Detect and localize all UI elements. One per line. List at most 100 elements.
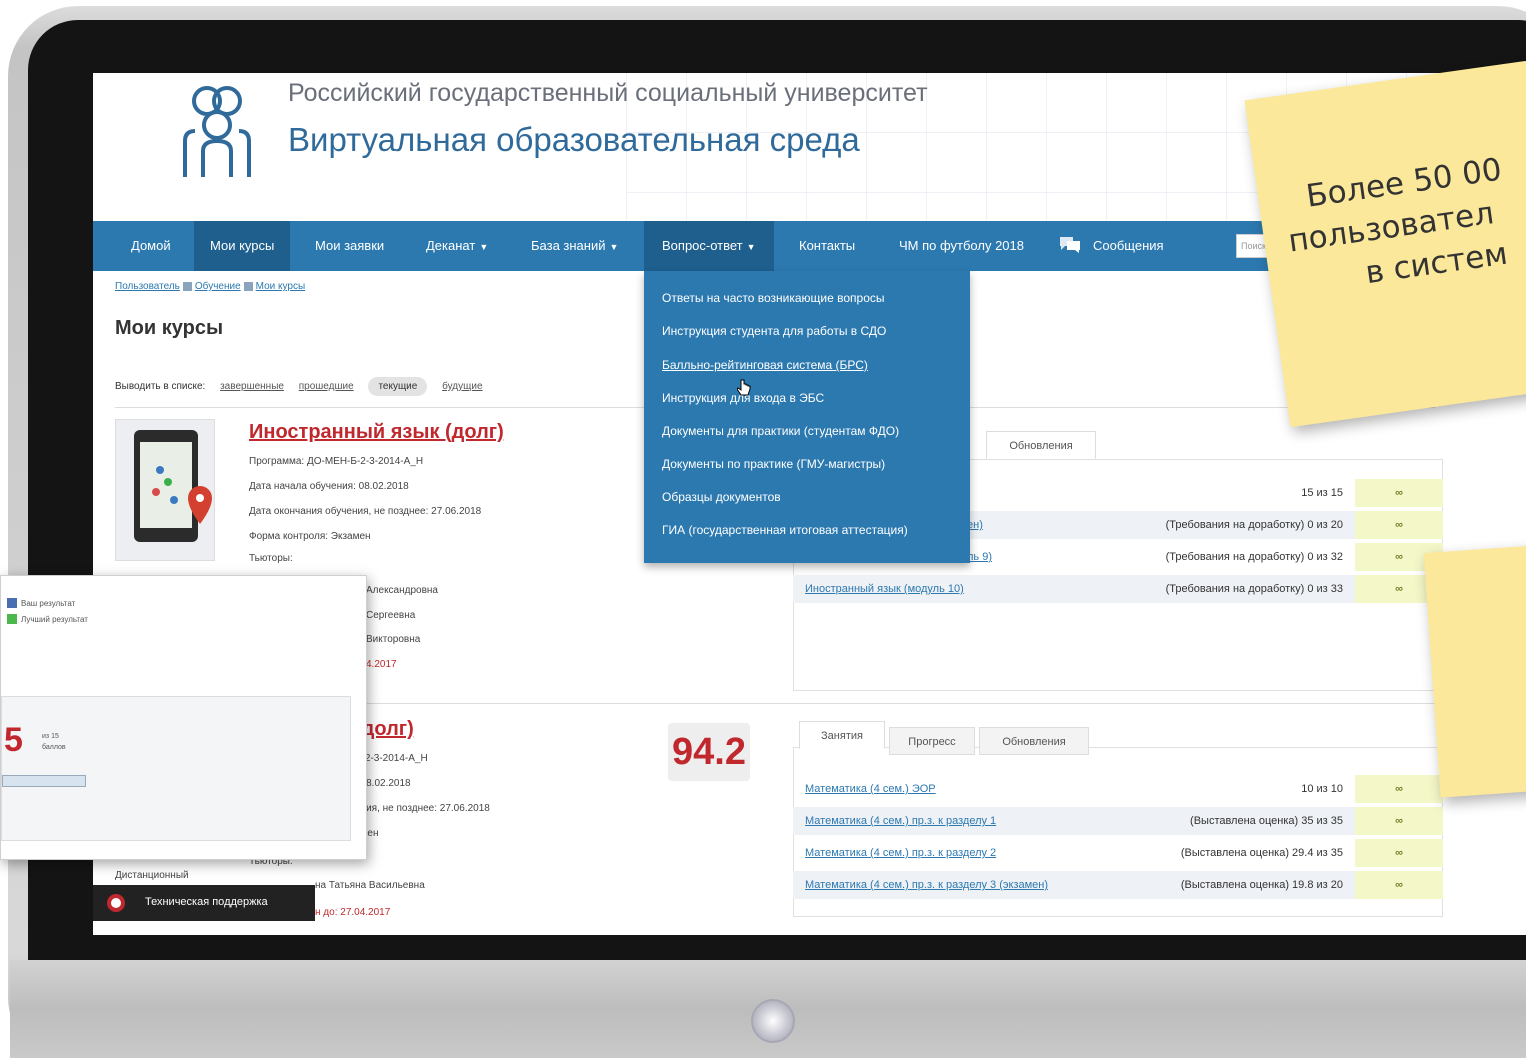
results-points: баллов — [42, 744, 66, 751]
nav-knowledge-base-label: База знаний — [531, 238, 606, 253]
row-infinity: ∞ — [1355, 775, 1443, 803]
university-name: Российский государственный социальный ун… — [288, 79, 928, 107]
course-1-tutor-2: Сергеевна — [366, 610, 416, 621]
course-2-tab-lessons[interactable]: Занятия — [799, 721, 885, 749]
nav-my-courses[interactable]: Мои курсы — [194, 221, 291, 271]
site-title: Виртуальная образовательная среда — [288, 121, 860, 158]
university-logo-icon — [183, 86, 251, 177]
breadcrumb-my-courses[interactable]: Мои курсы — [256, 281, 306, 292]
course-2-deadline: н до: 27.04.2017 — [315, 907, 391, 918]
support-bar[interactable]: Техническая поддержка — [93, 885, 315, 921]
filter-current[interactable]: текущие — [368, 377, 428, 396]
course-1-tab-updates[interactable]: Обновления — [986, 431, 1096, 459]
row-infinity: ∞ — [1355, 479, 1443, 507]
dropdown-item-faq[interactable]: Ответы на часто возникающие вопросы — [662, 291, 885, 305]
tablet-icon — [134, 430, 212, 542]
home-button — [751, 999, 795, 1043]
row-value: (Требования на доработку) 0 из 20 — [1165, 519, 1343, 531]
row-value: 15 из 15 — [1301, 487, 1343, 499]
nav-contacts[interactable]: Контакты — [795, 221, 859, 271]
filter-past[interactable]: прошедшие — [299, 381, 354, 392]
sticky-note-blank — [1423, 543, 1526, 798]
course-2-type: Дистанционный — [115, 870, 189, 881]
course-1-start-date: Дата начала обучения: 08.02.2018 — [249, 481, 409, 492]
nav-deanery[interactable]: Деканат ▼ — [422, 221, 492, 271]
course-1-tutors-label: Тьюторы: — [249, 553, 293, 564]
nav-home[interactable]: Домой — [127, 221, 175, 271]
course-1-tutor-1: Александровна — [366, 585, 438, 596]
nav-deanery-label: Деканат — [426, 238, 476, 253]
results-box: 5 из 15 баллов — [1, 696, 351, 841]
course-2-row: Математика (4 сем.) пр.з. к разделу 3 (э… — [793, 871, 1443, 899]
dropdown-item-practice-docs[interactable]: Документы для практики (студентам ФДО) — [662, 424, 899, 438]
row-infinity: ∞ — [1355, 807, 1443, 835]
lifebuoy-icon — [107, 894, 125, 912]
nav-messages[interactable]: Сообщения — [1089, 221, 1168, 271]
row-link[interactable]: Математика (4 сем.) пр.з. к разделу 3 (э… — [805, 871, 1048, 899]
row-value: (Выставлена оценка) 35 из 35 — [1190, 815, 1343, 827]
course-1-end-date: Дата окончания обучения, не позднее: 27.… — [249, 506, 482, 517]
caret-down-icon: ▼ — [609, 242, 619, 252]
nav-faq-label: Вопрос-ответ — [662, 238, 743, 253]
results-score: 5 — [4, 721, 23, 759]
course-1-row: Иностранный язык (модуль 10) (Требования… — [793, 575, 1443, 603]
results-overlay-card: Ваш результат Лучший результат 5 из 15 б… — [0, 575, 367, 860]
course-1-program: Программа: ДО-МЕН-Б-2-3-2014-А_Н — [249, 456, 424, 467]
course-2-row: Математика (4 сем.) ЭОР 10 из 10 ∞ — [793, 775, 1443, 803]
row-value: (Требования на доработку) 0 из 32 — [1165, 551, 1343, 563]
row-value: (Выставлена оценка) 19.8 из 20 — [1180, 879, 1343, 891]
nav-my-applications[interactable]: Мои заявки — [311, 221, 388, 271]
course-1-control-form: Форма контроля: Экзамен — [249, 531, 371, 542]
row-value: 10 из 10 — [1301, 783, 1343, 795]
caret-down-icon: ▼ — [746, 242, 756, 252]
course-2-tab-updates[interactable]: Обновления — [979, 727, 1089, 755]
row-link[interactable]: Иностранный язык (модуль 10) — [805, 575, 964, 603]
filter-label: Выводить в списке: — [115, 381, 206, 392]
support-label: Техническая поддержка — [145, 896, 268, 908]
course-2-score: 94.2 — [668, 723, 750, 781]
course-2-tab-progress[interactable]: Прогресс — [889, 727, 975, 755]
row-infinity: ∞ — [1355, 511, 1443, 539]
course-1-deadline: 4.2017 — [366, 659, 397, 670]
breadcrumb-separator-icon — [182, 281, 192, 291]
legend-best-result-swatch — [7, 614, 17, 624]
legend-your-result: Ваш результат — [21, 599, 76, 608]
breadcrumb: Пользователь Обучение Мои курсы — [115, 281, 305, 292]
page-title: Мои курсы — [115, 317, 224, 339]
course-1-title-link[interactable]: Иностранный язык (долг) — [249, 421, 504, 444]
results-out-of: из 15 — [42, 733, 59, 740]
row-infinity: ∞ — [1355, 871, 1443, 899]
course-2-end-date: ения, не позднее: 27.06.2018 — [355, 803, 490, 814]
mouse-cursor-icon — [737, 379, 751, 396]
results-link-bar[interactable] — [2, 775, 86, 787]
dropdown-item-final-attestation[interactable]: ГИА (государственная итоговая аттестация… — [662, 523, 908, 537]
course-2-row: Математика (4 сем.) пр.з. к разделу 2 (В… — [793, 839, 1443, 867]
dropdown-item-rating-system[interactable]: Балльно-рейтинговая система (БРС) — [662, 358, 868, 372]
nav-knowledge-base[interactable]: База знаний ▼ — [527, 221, 622, 271]
dropdown-item-practice-gmu[interactable]: Документы по практике (ГМУ-магистры) — [662, 457, 885, 471]
filter-future[interactable]: будущие — [442, 381, 482, 392]
course-thumbnail[interactable] — [115, 419, 215, 561]
legend-best-result: Лучший результат — [21, 615, 88, 624]
row-infinity: ∞ — [1355, 839, 1443, 867]
row-link[interactable]: ль 9) — [967, 543, 992, 571]
row-link[interactable]: Математика (4 сем.) пр.з. к разделу 1 — [805, 807, 996, 835]
course-1-tutor-3: Викторовна — [366, 634, 421, 645]
filter-completed[interactable]: завершенные — [220, 381, 284, 392]
nav-faq[interactable]: Вопрос-ответ ▼ — [644, 221, 774, 271]
row-value: (Выставлена оценка) 29.4 из 35 — [1180, 847, 1343, 859]
caret-down-icon: ▼ — [479, 242, 489, 252]
breadcrumb-user[interactable]: Пользователь — [115, 281, 180, 292]
dropdown-item-student-guide[interactable]: Инструкция студента для работы в СДО — [662, 324, 886, 338]
faq-dropdown-menu: Ответы на часто возникающие вопросы Инст… — [644, 271, 970, 563]
row-value: (Требования на доработку) 0 из 33 — [1165, 583, 1343, 595]
nav-world-cup[interactable]: ЧМ по футболу 2018 — [895, 221, 1028, 271]
legend-your-result-swatch — [7, 598, 17, 608]
course-2-row: Математика (4 сем.) пр.з. к разделу 1 (В… — [793, 807, 1443, 835]
dropdown-item-document-samples[interactable]: Образцы документов — [662, 490, 781, 504]
sticky-note-users: Более 50 00 пользовател в систем — [1244, 58, 1526, 428]
breadcrumb-study[interactable]: Обучение — [195, 281, 241, 292]
course-filter: Выводить в списке: завершенные прошедшие… — [115, 377, 483, 396]
row-link[interactable]: Математика (4 сем.) ЭОР — [805, 775, 936, 803]
row-link[interactable]: Математика (4 сем.) пр.з. к разделу 2 — [805, 839, 996, 867]
